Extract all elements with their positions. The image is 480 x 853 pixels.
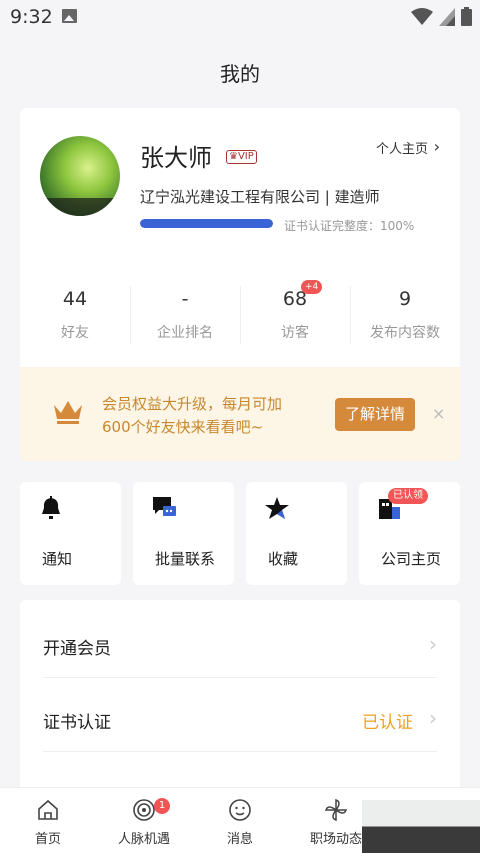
crown-icon	[54, 401, 82, 424]
stat-value: 9	[398, 288, 412, 310]
battery-icon	[461, 7, 472, 26]
user-name: 张大师	[140, 144, 212, 172]
tab-label: 首页	[34, 832, 61, 847]
chat-icon	[153, 497, 176, 516]
certification-progress-label: 证书认证完整度：100%	[284, 219, 415, 233]
menu-item-label: 开通会员	[43, 639, 111, 659]
shortcut-label: 批量联系	[155, 550, 216, 568]
chevron-right-icon: ›	[429, 706, 437, 730]
tab-label: 人脉机遇	[117, 832, 170, 847]
stats-row: 44 好友 - 企业排名 68 访客 +4 9 发布内容数	[20, 280, 460, 346]
star-icon	[265, 497, 289, 519]
claimed-badge: 已认领	[388, 488, 428, 504]
stat-label: 访客	[281, 325, 309, 341]
close-icon[interactable]: ×	[432, 404, 445, 423]
shortcut-label: 收藏	[268, 550, 299, 568]
stat-value: 68	[282, 288, 308, 310]
page-title: 我的	[220, 62, 260, 86]
chevron-right-icon[interactable]: ›	[434, 137, 440, 156]
signal-icon	[439, 8, 455, 26]
home-icon	[38, 799, 58, 820]
stat-value: -	[181, 288, 189, 310]
vip-badge: ♛VIP	[226, 150, 257, 164]
status-time: 9:32	[10, 6, 53, 28]
membership-promo-banner: 会员权益大升级，每月可加 600个好友快来看看吧~ 了解详情 ×	[20, 367, 460, 461]
shortcut-favorites[interactable]: 收藏	[246, 482, 347, 585]
settings-menu: 开通会员 › 证书认证 已认证 ›	[20, 600, 460, 800]
tab-home[interactable]: 首页	[0, 788, 96, 853]
crown-small-icon: ♛	[229, 151, 238, 162]
company-line: 辽宁泓光建设工程有限公司 | 建造师	[140, 188, 380, 206]
notification-count-badge: 1	[154, 798, 170, 814]
promo-text: 会员权益大升级，每月可加 600个好友快来看看吧~	[102, 393, 282, 439]
shortcut-label: 公司主页	[381, 550, 442, 568]
menu-item-label: 证书认证	[43, 713, 111, 733]
shortcut-grid: 通知 批量联系 收藏 已认领 公司主页	[20, 482, 460, 585]
personal-home-link[interactable]: 个人主页	[376, 138, 428, 157]
pinwheel-icon	[324, 798, 348, 822]
vip-label: VIP	[237, 151, 254, 162]
promo-line-1: 会员权益大升级，每月可加	[102, 395, 283, 413]
stat-visitors[interactable]: 68 访客 +4	[240, 280, 350, 346]
stat-label: 企业排名	[157, 325, 213, 341]
shortcut-batch-contact[interactable]: 批量联系	[133, 482, 234, 585]
shortcut-label: 通知	[42, 550, 73, 568]
tab-messages[interactable]: 消息	[192, 788, 288, 853]
overlay-thumbnail	[362, 800, 480, 853]
menu-item-certification[interactable]: 证书认证 已认证 ›	[43, 678, 437, 752]
visitor-increase-badge: +4	[301, 280, 323, 294]
menu-item-membership[interactable]: 开通会员 ›	[43, 604, 437, 678]
network-icon	[133, 799, 155, 821]
shortcut-company-home[interactable]: 已认领 公司主页	[359, 482, 460, 585]
shortcut-notifications[interactable]: 通知	[20, 482, 121, 585]
wifi-icon	[411, 8, 433, 25]
certification-progress-fill	[140, 219, 273, 228]
promo-line-2: 600个好友快来看看吧~	[102, 418, 264, 436]
avatar[interactable]	[40, 136, 120, 216]
tab-label: 消息	[226, 832, 253, 847]
certified-status: 已认证	[362, 713, 413, 733]
stat-label: 好友	[61, 325, 89, 341]
certification-progress-bar	[140, 219, 273, 228]
stat-posts[interactable]: 9 发布内容数	[350, 286, 460, 346]
message-icon	[229, 799, 251, 821]
stat-value: 44	[62, 288, 88, 310]
bell-icon	[42, 496, 60, 519]
image-notification-icon	[62, 9, 77, 23]
status-bar: 9:32	[0, 0, 480, 32]
chevron-right-icon: ›	[429, 632, 437, 656]
learn-more-button[interactable]: 了解详情	[335, 398, 415, 431]
stat-friends[interactable]: 44 好友	[20, 286, 130, 346]
status-icons	[411, 7, 472, 26]
tab-network[interactable]: 1 人脉机遇	[96, 788, 192, 853]
stat-company-rank[interactable]: - 企业排名	[130, 286, 240, 346]
stat-label: 发布内容数	[370, 325, 440, 341]
